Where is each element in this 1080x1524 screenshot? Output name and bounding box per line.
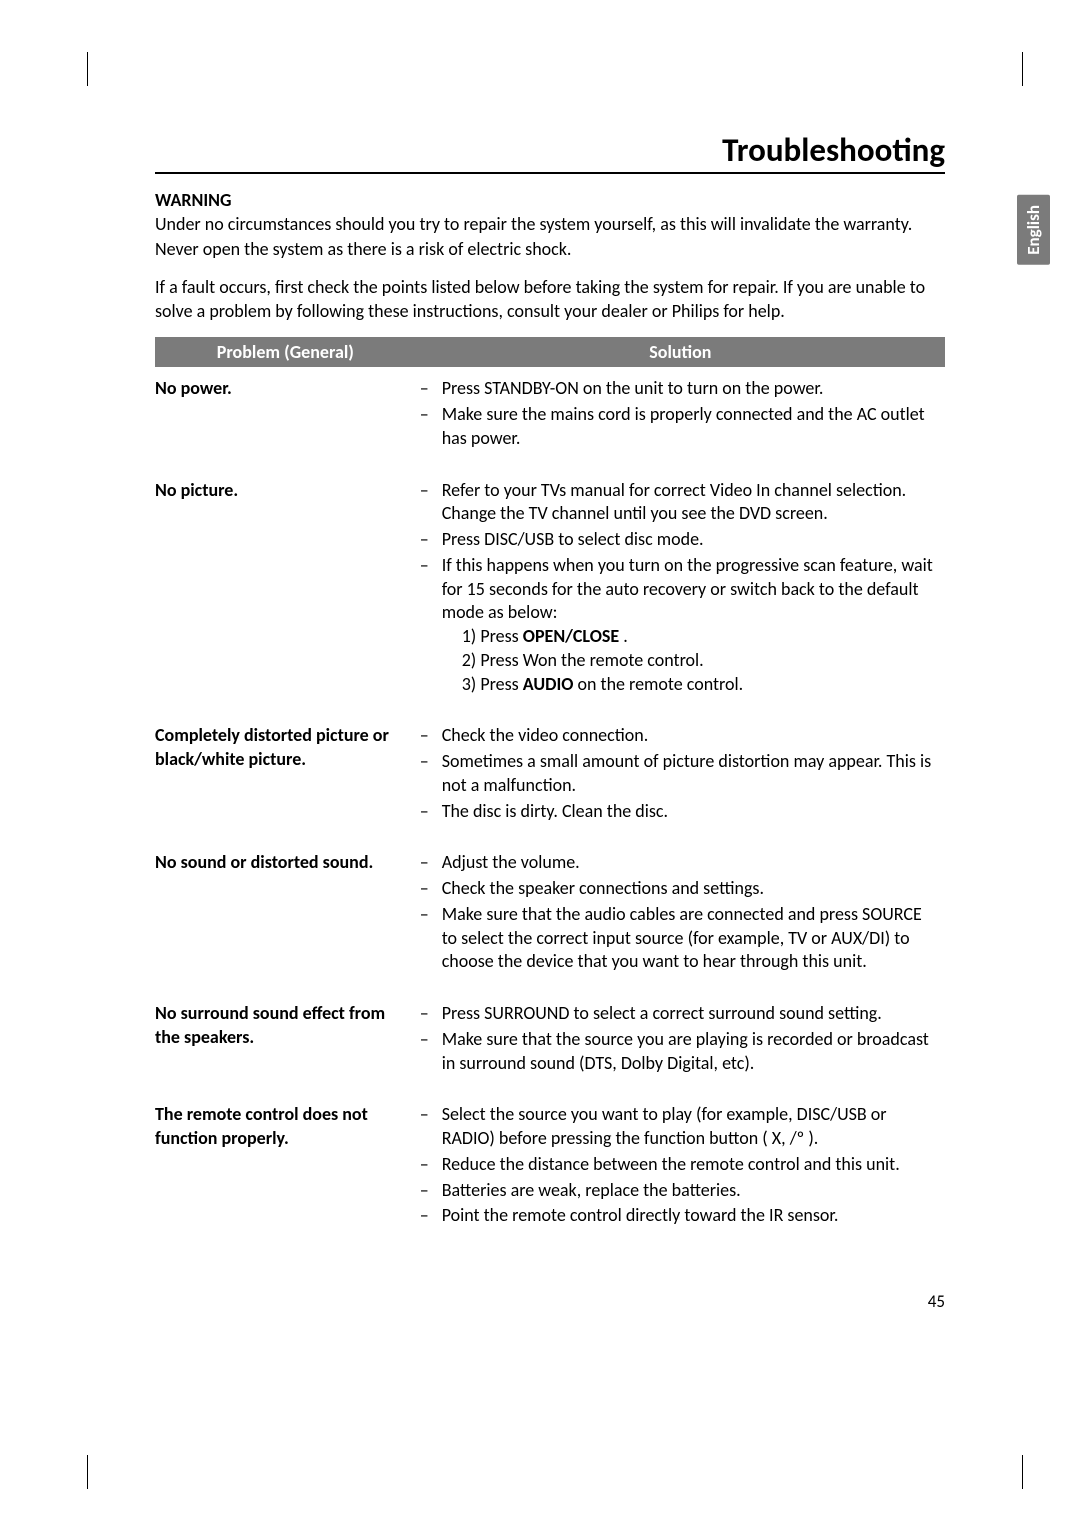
problem-cell: Completely distorted picture or black/wh… <box>155 714 416 841</box>
col-header-problem: Problem (General) <box>155 337 416 367</box>
solution-cell: Adjust the volume.Check the speaker conn… <box>416 841 945 992</box>
solution-cell: Press SURROUND to select a correct surro… <box>416 992 945 1093</box>
solution-list: Refer to your TVs manual for correct Vid… <box>416 479 937 697</box>
warning-text-1: Under no circumstances should you try to… <box>155 212 945 261</box>
col-header-solution: Solution <box>416 337 945 367</box>
table-row: No power.Press STANDBY-ON on the unit to… <box>155 367 945 468</box>
solution-item: Press SURROUND to select a correct surro… <box>416 1002 937 1026</box>
troubleshooting-table: Problem (General) Solution No power.Pres… <box>155 337 945 1246</box>
page-title: Troubleshooting <box>155 130 945 174</box>
solution-item: Check the speaker connections and settin… <box>416 877 937 901</box>
crop-mark <box>87 1455 88 1489</box>
solution-list: Press STANDBY-ON on the unit to turn on … <box>416 377 937 450</box>
nested-step: 2) Press Won the remote control. <box>462 649 937 673</box>
crop-mark <box>1022 1455 1023 1489</box>
solution-item: Press STANDBY-ON on the unit to turn on … <box>416 377 937 401</box>
warning-heading: WARNING <box>155 189 232 211</box>
problem-cell: The remote control does not function pro… <box>155 1093 416 1246</box>
solution-list: Check the video connection.Sometimes a s… <box>416 724 937 823</box>
solution-list: Adjust the volume.Check the speaker conn… <box>416 851 937 974</box>
nested-step: 3) Press AUDIO on the remote control. <box>462 673 937 697</box>
table-row: No surround sound effect from the speake… <box>155 992 945 1093</box>
solution-cell: Check the video connection.Sometimes a s… <box>416 714 945 841</box>
solution-list: Select the source you want to play (for … <box>416 1103 937 1228</box>
nested-step: 1) Press OPEN/CLOSE . <box>462 625 937 649</box>
solution-item: Point the remote control directly toward… <box>416 1204 937 1228</box>
problem-cell: No surround sound effect from the speake… <box>155 992 416 1093</box>
solution-item: Adjust the volume. <box>416 851 937 875</box>
warning-text-2: If a fault occurs, first check the point… <box>155 275 945 324</box>
solution-item: Make sure that the audio cables are conn… <box>416 903 937 974</box>
solution-item: Reduce the distance between the remote c… <box>416 1153 937 1177</box>
table-row: No picture.Refer to your TVs manual for … <box>155 469 945 715</box>
solution-item: Refer to your TVs manual for correct Vid… <box>416 479 937 527</box>
page-content: Troubleshooting WARNING Under no circums… <box>155 130 945 1246</box>
solution-item: Check the video connection. <box>416 724 937 748</box>
solution-item: Batteries are weak, replace the batterie… <box>416 1179 937 1203</box>
crop-mark <box>87 52 88 86</box>
solution-item: Make sure that the source you are playin… <box>416 1028 937 1076</box>
nested-steps: 1) Press OPEN/CLOSE .2) Press Won the re… <box>442 625 937 696</box>
problem-cell: No sound or distorted sound. <box>155 841 416 992</box>
table-row: The remote control does not function pro… <box>155 1093 945 1246</box>
solution-item: Sometimes a small amount of picture dist… <box>416 750 937 798</box>
solution-cell: Select the source you want to play (for … <box>416 1093 945 1246</box>
crop-mark <box>1022 52 1023 86</box>
solution-list: Press SURROUND to select a correct surro… <box>416 1002 937 1075</box>
language-tab: English <box>1017 195 1050 265</box>
solution-cell: Press STANDBY-ON on the unit to turn on … <box>416 367 945 468</box>
warning-block: WARNING Under no circumstances should yo… <box>155 188 945 323</box>
solution-item: If this happens when you turn on the pro… <box>416 554 937 697</box>
problem-cell: No power. <box>155 367 416 468</box>
page-number: 45 <box>928 1291 945 1312</box>
solution-item: Press DISC/USB to select disc mode. <box>416 528 937 552</box>
solution-item: Select the source you want to play (for … <box>416 1103 937 1151</box>
solution-item: Make sure the mains cord is properly con… <box>416 403 937 451</box>
problem-cell: No picture. <box>155 469 416 715</box>
table-row: No sound or distorted sound.Adjust the v… <box>155 841 945 992</box>
table-row: Completely distorted picture or black/wh… <box>155 714 945 841</box>
solution-item: The disc is dirty. Clean the disc. <box>416 800 937 824</box>
solution-cell: Refer to your TVs manual for correct Vid… <box>416 469 945 715</box>
